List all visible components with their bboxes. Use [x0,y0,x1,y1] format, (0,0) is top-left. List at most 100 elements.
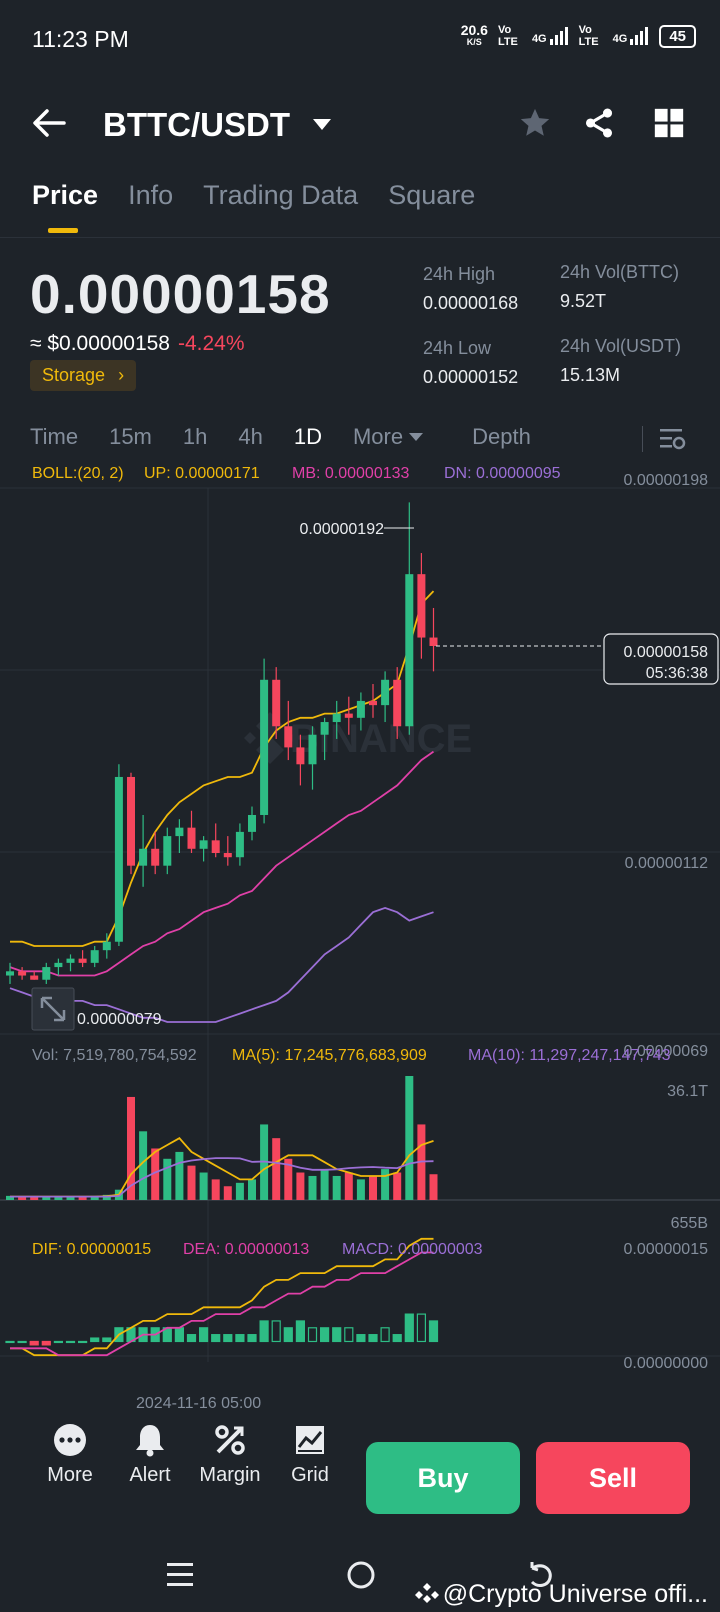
volume-bar [235,1182,244,1200]
volume-bar [272,1138,281,1200]
macd-hist-bar [17,1340,27,1344]
buy-button[interactable]: Buy [366,1442,520,1514]
back-arrow-icon[interactable] [32,108,66,138]
candle-body [90,950,99,963]
net-type: 4G [531,33,547,45]
grid-label: Grid [291,1464,329,1486]
more-button[interactable]: More [30,1420,110,1487]
star-icon[interactable] [518,106,552,140]
sell-button[interactable]: Sell [536,1442,690,1514]
macd-hist-bar [77,1340,88,1344]
status-bar: 11:23 PM 20.6 K/S Vo LTE 4G Vo LTE 4G 45 [0,0,720,80]
net-type-2: 4G [612,33,628,45]
volume-bars [6,1076,438,1200]
recent-apps-icon[interactable] [166,1560,194,1588]
interval-4h[interactable]: 4h [238,424,262,450]
candle-body [356,700,365,718]
tab-trading-data[interactable]: Trading Data [203,180,358,211]
chart-settings-icon[interactable] [658,426,686,452]
volume-bar [381,1169,390,1200]
net-speed: 20.6 K/S [461,23,488,48]
macd-hist-bar [199,1327,209,1343]
margin-button[interactable]: Margin [190,1420,270,1487]
share-icon[interactable] [582,106,616,140]
status-time: 11:23 PM [32,26,129,52]
pair-title[interactable]: BTTC/USDT [103,106,290,144]
caret-down-icon [409,433,424,441]
interval-time[interactable]: Time [30,424,78,450]
macd-hist-bar [41,1340,51,1346]
price-axis-mid: 0.00000112 [625,855,708,872]
bell-icon [136,1425,164,1457]
expand-icon[interactable] [31,987,75,1031]
alert-button[interactable]: Alert [110,1420,190,1487]
current-price-tag: 0.00000158 05:36:38 [603,633,719,685]
storage-label: Storage [42,365,106,385]
candle-body [78,958,87,963]
grid-bot-icon [296,1426,324,1454]
volume-bar [405,1076,414,1200]
kline-chart[interactable]: BINANCE BOLL:(20, 2) UP: 0.00000171 MB: … [0,462,720,1410]
candle-body [151,848,160,866]
vol-quote-label: 24h Vol(USDT) [560,336,682,356]
candle-body [127,776,135,866]
grid-button[interactable]: Grid [270,1420,350,1487]
candle-body [260,679,269,815]
vol-label: Vol: 7,519,780,754,592 [32,1047,197,1064]
volume-bar [356,1179,365,1200]
current-price-label: 0.00000158 [623,644,708,661]
volume-bar [175,1151,184,1200]
header: BTTC/USDT [0,96,720,156]
signal-icon-2: 4G [613,27,650,45]
candle-body [163,836,172,866]
home-icon[interactable] [346,1560,376,1590]
boll-lines [9,590,435,1023]
interval-more-label: More [352,424,404,449]
volume-bar [320,1169,329,1200]
macd-hist-bar [283,1327,293,1343]
tabs-divider [0,237,720,238]
macd-hist-bar [380,1327,390,1343]
candle-body [344,713,353,718]
chevron-down-icon[interactable] [312,118,332,132]
high-marker: 0.00000192 [299,521,384,538]
interval-15m[interactable]: 15m [109,424,152,450]
candle-body [175,827,184,837]
macd-hist-bar [356,1334,366,1343]
macd-hist-bar [5,1340,15,1344]
watermark-handle-text: @Crypto Universe offi... [442,1580,708,1608]
interval-more[interactable]: More [352,424,424,450]
tab-square[interactable]: Square [388,180,475,211]
candle-body [187,827,196,849]
volume-bar [211,1179,220,1200]
volume-bar [199,1172,208,1200]
price-axis-top: 0.00000198 [623,472,708,489]
more-dots-icon [54,1424,86,1456]
candle-body [429,637,438,646]
candle-body [393,679,402,727]
interval-1d[interactable]: 1D [294,424,322,450]
storage-tag[interactable]: Storage › [30,360,137,391]
candle-body [30,975,39,980]
macd-hist-bar [271,1320,281,1343]
candle-body [42,967,51,980]
macd-hist-bar [259,1320,269,1343]
boll-mb: MB: 0.00000133 [292,465,410,482]
tab-depth[interactable]: Depth [472,424,531,450]
alert-label: Alert [129,1464,171,1486]
tab-price[interactable]: Price [32,180,98,233]
candle-body [223,853,232,858]
more-label: More [47,1464,93,1486]
macd-hist-bar [307,1327,318,1343]
bottom-action-bar: More Alert Margin Grid Buy Sell [0,1420,720,1530]
tab-info[interactable]: Info [128,180,173,211]
grid-menu-icon[interactable] [652,106,686,140]
candle-body [320,722,329,735]
margin-label: Margin [199,1464,261,1486]
candle-body [248,814,256,832]
macd-hist-bar [174,1327,184,1343]
candle-body [235,831,244,858]
price-usd-row: ≈ $0.00000158 -4.24% [30,332,245,356]
interval-1h[interactable]: 1h [183,424,207,450]
candle-body [102,941,111,951]
